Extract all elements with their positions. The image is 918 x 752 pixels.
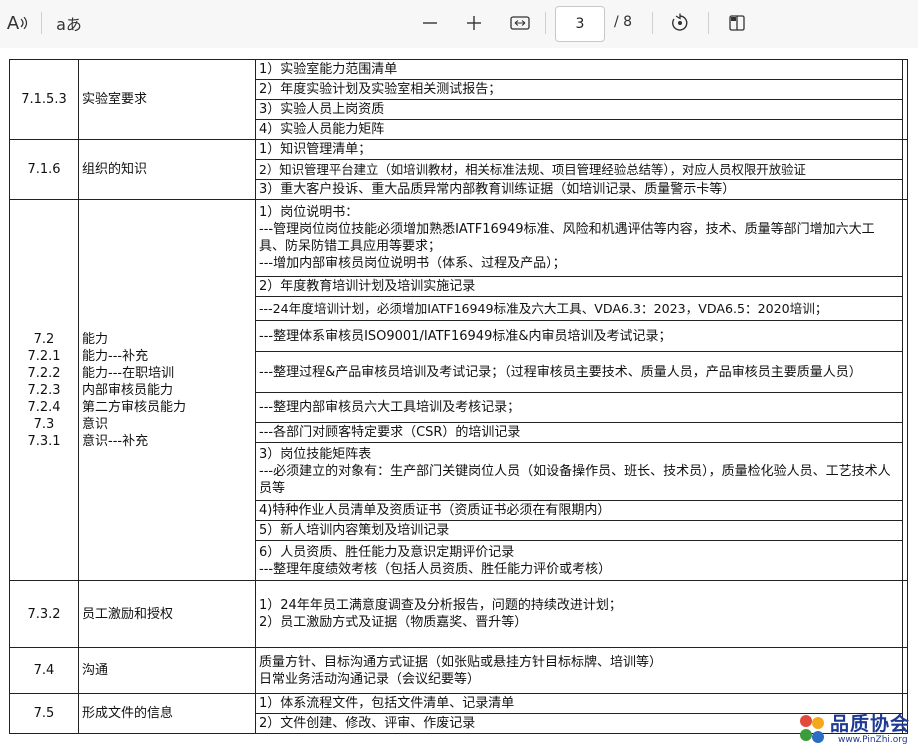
item-line: 1）岗位说明书：: [259, 205, 359, 220]
item-cell: 质量方针、目标沟通方式证据（如张贴或悬挂方针目标标牌、培训等） 日常业务活动沟通…: [255, 647, 903, 694]
page-view-button[interactable]: [724, 10, 750, 36]
clause-line: 7.2.2: [27, 365, 61, 381]
clause-cell: 7.1.5.3: [9, 59, 79, 140]
sound-wave-icon: [20, 17, 28, 29]
item-cell: ---整理体系审核员ISO9001/IATF16949标准&内审员培训及考试记录…: [255, 320, 903, 352]
item-cell: 6）人员资质、胜任能力及意识定期评价记录 ---整理年度绩效考核（包括人员资质、…: [255, 540, 903, 581]
item-cell: 5）新人培训内容策划及培训记录: [255, 520, 903, 541]
clause-cell: 7.5: [9, 693, 79, 734]
item-line: 1）24年年员工满意度调查及分析报告，问题的持续改进计划；: [259, 598, 622, 613]
toolbar-divider: [708, 12, 709, 34]
item-cell: 1）岗位说明书： ---管理岗位岗位技能必须增加熟悉IATF16949标准、风险…: [255, 199, 903, 277]
zoom-in-button[interactable]: [462, 11, 486, 35]
item-cell: 4）实验人员能力矩阵: [255, 119, 903, 140]
item-cell: 3）岗位技能矩阵表 ---必须建立的对象有：生产部门关键岗位人员（如设备操作员、…: [255, 442, 903, 501]
name-cell: 员工激励和授权: [78, 580, 256, 648]
document-page: 7.1.5.3 实验室要求 1）实验室能力范围清单 2）年度实验计划及实验室相关…: [0, 48, 918, 752]
name-line: 能力---补充: [82, 348, 149, 364]
page-view-icon: [729, 15, 745, 31]
zoom-in-icon: [467, 16, 481, 30]
item-line: 日常业务活动沟通记录（会议纪要等）: [259, 671, 481, 687]
rotate-icon: [672, 13, 688, 31]
item-line: ---必须建立的对象有：生产部门关键岗位人员（如设备操作员、班长、技术员），质量…: [259, 464, 891, 496]
item-line: 2）员工激励方式及证据（物质嘉奖、晋升等）: [259, 615, 528, 630]
watermark-logo-icon: [800, 715, 824, 743]
clause-line: 7.2.4: [27, 399, 61, 415]
clause-cell: 7.2 7.2.1 7.2.2 7.2.3 7.2.4 7.3 7.3.1: [9, 199, 79, 581]
text-options-button[interactable]: aあ: [54, 10, 84, 36]
clause-cell: 7.3.2: [9, 580, 79, 648]
item-cell: 2）知识管理平台建立（如培训教材，相关标准法规、项目管理经验总结等），对应人员权…: [255, 159, 903, 180]
table-row: 7.2 7.2.1 7.2.2 7.2.3 7.2.4 7.3 7.3.1 能力…: [9, 199, 908, 581]
item-line: 3）岗位技能矩阵表: [259, 447, 372, 462]
margin-cell: [902, 59, 908, 140]
clause-cell: 7.1.6: [9, 139, 79, 200]
watermark-title: 品质协会: [830, 713, 911, 735]
item-cell: 1）知识管理清单；: [255, 139, 903, 160]
item-cell: 3）实验人员上岗资质: [255, 99, 903, 120]
item-line: 6）人员资质、胜任能力及意识定期评价记录: [259, 544, 515, 560]
name-cell: 能力 能力---补充 能力---在职培训 内部审核员能力 第二方审核员能力 意识…: [78, 199, 256, 581]
name-line: 意识---补充: [82, 433, 149, 449]
name-line: 第二方审核员能力: [82, 399, 187, 415]
name-cell: 形成文件的信息: [78, 693, 256, 734]
name-line: 能力---在职培训: [82, 365, 175, 381]
requirements-table: 7.1.5.3 实验室要求 1）实验室能力范围清单 2）年度实验计划及实验室相关…: [9, 59, 908, 734]
name-cell: 沟通: [78, 647, 256, 694]
clause-line: 7.3.1: [27, 433, 61, 449]
item-cell: ---整理过程&产品审核员培训及考试记录；（过程审核员主要技术、质量人员，产品审…: [255, 351, 903, 393]
item-line: ---管理岗位岗位技能必须增加熟悉IATF16949标准、风险和机遇评估等内容，…: [259, 222, 875, 254]
table-row: 7.1.6 组织的知识 1）知识管理清单；: [9, 139, 908, 200]
clause-line: 7.3: [33, 416, 55, 432]
item-cell: 1）实验室能力范围清单: [255, 59, 903, 80]
table-row: 7.1.5.3 实验室要求 1）实验室能力范围清单: [9, 59, 908, 140]
toolbar-divider: [545, 12, 546, 34]
margin-cell: [902, 580, 908, 648]
item-cell: ---整理内部审核员六大工具培训及考核记录；: [255, 392, 903, 423]
page-total-label: / 8: [614, 14, 633, 30]
item-cell: ---各部门对顾客特定要求（CSR）的培训记录: [255, 422, 903, 443]
item-line: 质量方针、目标沟通方式证据（如张贴或悬挂方针目标标牌、培训等）: [259, 654, 663, 670]
name-line: 意识: [82, 416, 109, 432]
watermark: 品质协会 www.PinZhi.org: [792, 707, 918, 752]
toolbar-divider: [41, 12, 42, 34]
fit-width-icon: [510, 16, 530, 30]
zoom-out-button[interactable]: [418, 11, 442, 35]
table-row: 7.4 沟通 质量方针、目标沟通方式证据（如张贴或悬挂方针目标标牌、培训等） 日…: [9, 647, 908, 694]
item-cell: 3）重大客户投诉、重大品质异常内部教育训练证据（如培训记录、质量警示卡等）: [255, 179, 903, 200]
fit-width-button[interactable]: [507, 11, 533, 35]
rotate-button[interactable]: [667, 10, 693, 36]
read-aloud-icon: A: [6, 12, 20, 34]
watermark-url: www.PinZhi.org: [838, 735, 908, 745]
clause-cell: 7.4: [9, 647, 79, 694]
zoom-out-icon: [423, 22, 437, 24]
margin-cell: [902, 199, 908, 581]
name-cell: 实验室要求: [78, 59, 256, 140]
name-cell: 组织的知识: [78, 139, 256, 200]
item-cell: 2）年度实验计划及实验室相关测试报告；: [255, 79, 903, 100]
text-options-icon: aあ: [56, 15, 82, 34]
pdf-toolbar: A aあ 3 / 8: [0, 0, 918, 49]
page-number-input[interactable]: 3: [555, 6, 605, 42]
name-line: 能力: [82, 331, 109, 347]
clause-line: 7.2: [33, 331, 55, 347]
name-line: 内部审核员能力: [82, 382, 174, 398]
table-row: 7.5 形成文件的信息 1）体系流程文件，包括文件清单、记录清单: [9, 693, 908, 734]
margin-cell: [902, 139, 908, 200]
item-cell: ---24年度培训计划，必须增加IATF16949标准及六大工具、VDA6.3：…: [255, 296, 903, 321]
item-line: ---增加内部审核员岗位说明书（体系、过程及产品）；: [259, 256, 566, 271]
table-row: 7.3.2 员工激励和授权 1）24年年员工满意度调查及分析报告，问题的持续改进…: [9, 580, 908, 648]
clause-line: 7.2.3: [27, 382, 61, 398]
item-line: ---整理年度绩效考核（包括人员资质、胜任能力评价或考核）: [259, 561, 612, 577]
item-cell: 2）年度教育培训计划及培训实施记录: [255, 276, 903, 297]
toolbar-divider: [652, 12, 653, 34]
item-cell: 4)特种作业人员清单及资质证书（资质证书必须在有限期内）: [255, 500, 903, 521]
item-cell: 1）24年年员工满意度调查及分析报告，问题的持续改进计划； 2）员工激励方式及证…: [255, 580, 903, 648]
margin-cell: [902, 647, 908, 694]
clause-line: 7.2.1: [27, 348, 61, 364]
read-aloud-button[interactable]: A: [4, 10, 32, 36]
